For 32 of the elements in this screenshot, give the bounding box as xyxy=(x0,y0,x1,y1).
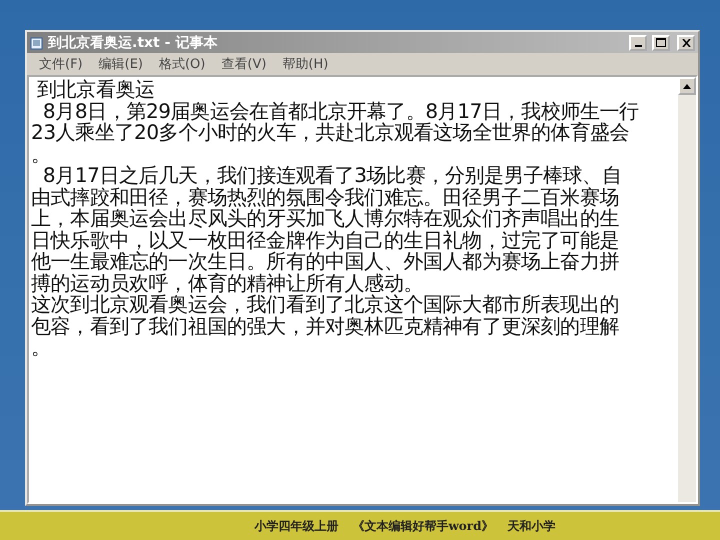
text-line: 。 xyxy=(31,337,51,358)
menu-item[interactable]: 帮助(H) xyxy=(274,54,336,72)
menu-item[interactable]: 编辑(E) xyxy=(90,54,151,72)
window-title: 到北京看奥运.txt - 记事本 xyxy=(48,34,218,52)
notepad-icon xyxy=(30,36,44,50)
text-line: 上，本届奥运会出尽风头的牙买加飞人博尔特在观众们齐声唱出的生 xyxy=(31,208,620,230)
maximize-icon xyxy=(656,38,666,47)
footer-text: 天和小学 xyxy=(508,518,556,534)
scroll-up-button[interactable] xyxy=(678,77,696,95)
text-line: 到北京看奥运 xyxy=(36,79,156,100)
text-line: 他一生最难忘的一次生日。所有的中国人、外国人都为赛场上奋力拼 xyxy=(31,251,620,272)
footer-text: 小学四年级上册 xyxy=(254,518,338,534)
close-icon xyxy=(682,38,690,46)
minimize-icon xyxy=(634,44,642,46)
footer-text: 《文本编辑好帮手word》 xyxy=(352,518,494,534)
text-line: 包容，看到了我们祖国的强大，并对奥林匹克精神有了更深刻的理解 xyxy=(31,316,620,337)
menu-item[interactable]: 格式(O) xyxy=(150,54,214,72)
menu-item[interactable]: 文件(F) xyxy=(31,54,91,72)
text-line: 23人乘坐了20多个小时的火车，共赴北京观看这场全世界的体育盛会 xyxy=(31,122,630,144)
text-line: 8月8日，第29届奥运会在首都北京开幕了。8月17日，我校师生一行 xyxy=(42,100,640,122)
menu-item[interactable]: 查看(V) xyxy=(213,54,274,72)
text-line: 8月17日之后几天，我们接连观看了3场比赛，分别是男子棒球、自 xyxy=(42,165,622,186)
text-line: 由式摔跤和田径，赛场热烈的氛围令我们难忘。田径男子二百米赛场 xyxy=(31,186,620,208)
scrollbar[interactable] xyxy=(678,77,696,502)
up-arrow-icon xyxy=(683,84,691,88)
text-line: 搏的运动员欢呼，体育的精神让所有人感动。 xyxy=(31,272,424,294)
close-button[interactable] xyxy=(677,34,695,50)
maximize-button[interactable] xyxy=(652,34,670,50)
text-line: 。 xyxy=(31,144,52,165)
minimize-button[interactable] xyxy=(629,34,647,50)
text-line: 日快乐歌中，以又一枚田径金牌作为自己的生日礼物，过完了可能是 xyxy=(31,230,620,251)
text-line: 这次到北京观看奥运会，我们看到了北京这个国际大都市所表现出的 xyxy=(31,294,620,316)
